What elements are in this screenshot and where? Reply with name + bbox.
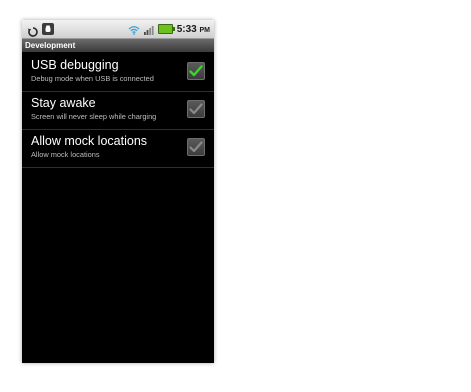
clock: 5:33 PM <box>177 24 210 35</box>
wifi-icon <box>128 20 140 39</box>
setting-label: USB debugging <box>31 58 119 72</box>
check-icon <box>189 103 203 115</box>
check-icon <box>189 65 203 77</box>
setting-description: Allow mock locations <box>31 150 100 159</box>
usb-debugging-checkbox[interactable] <box>187 62 205 80</box>
setting-usb-debugging[interactable]: USB debugging Debug mode when USB is con… <box>22 54 214 92</box>
screen-title: Development <box>22 39 214 52</box>
setting-allow-mock-locations[interactable]: Allow mock locations Allow mock location… <box>22 130 214 168</box>
allow-mock-locations-checkbox[interactable] <box>187 138 205 156</box>
check-icon <box>189 141 203 153</box>
phone-screen: 5:33 PM Development USB debugging Debug … <box>22 20 214 363</box>
setting-description: Debug mode when USB is connected <box>31 74 154 83</box>
clock-time: 5:33 <box>176 23 197 35</box>
usb-debug-icon <box>42 23 54 35</box>
system-icons: 5:33 PM <box>128 22 210 36</box>
battery-icon <box>157 24 175 34</box>
clock-ampm: PM <box>199 26 211 34</box>
signal-icon <box>143 20 154 39</box>
stay-awake-checkbox[interactable] <box>187 100 205 118</box>
setting-label: Allow mock locations <box>31 134 148 148</box>
setting-stay-awake[interactable]: Stay awake Screen will never sleep while… <box>22 92 214 130</box>
status-bar: 5:33 PM <box>22 20 214 39</box>
setting-label: Stay awake <box>31 96 96 110</box>
settings-list: USB debugging Debug mode when USB is con… <box>22 54 214 168</box>
setting-description: Screen will never sleep while charging <box>31 112 157 121</box>
